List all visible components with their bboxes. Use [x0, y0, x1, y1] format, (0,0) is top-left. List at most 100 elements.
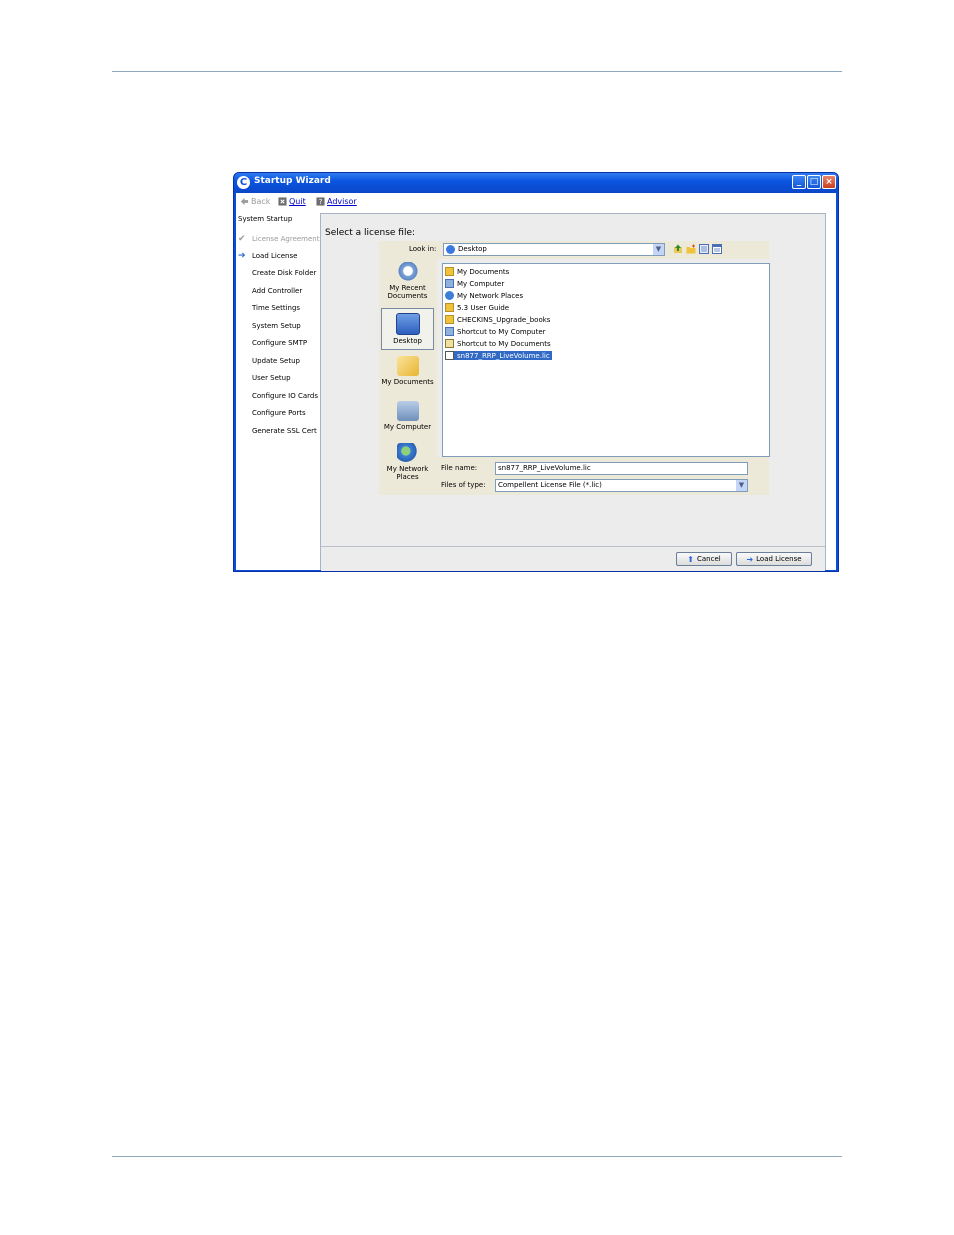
- places-bar: My Recent Documents Desktop My Documents…: [379, 259, 437, 495]
- header-rule: [112, 71, 842, 72]
- advisor-link[interactable]: ? Advisor: [316, 197, 357, 206]
- maximize-button[interactable]: □: [807, 175, 821, 189]
- svg-text:?: ?: [319, 197, 323, 206]
- file-name: Shortcut to My Computer: [457, 327, 546, 336]
- step-time-settings: Time Settings: [252, 304, 301, 312]
- look-in-dropdown[interactable]: Desktop ▼: [443, 243, 665, 256]
- place-label: My Recent Documents: [387, 284, 428, 300]
- list-item[interactable]: My Network Places: [445, 291, 523, 300]
- quit-icon: [278, 197, 287, 206]
- list-item[interactable]: My Computer: [445, 279, 504, 288]
- details-view-icon[interactable]: [712, 244, 722, 254]
- chevron-down-icon[interactable]: ▼: [653, 244, 664, 255]
- look-in-value: Desktop: [458, 245, 487, 253]
- new-folder-icon[interactable]: [686, 244, 696, 254]
- folder-icon: [445, 315, 454, 324]
- load-license-button[interactable]: ➔ Load License: [736, 552, 812, 566]
- place-desktop[interactable]: Desktop: [381, 308, 434, 350]
- back-arrow-icon: [240, 197, 249, 206]
- panel-title: Select a license file:: [325, 228, 416, 238]
- place-label: Desktop: [393, 337, 422, 345]
- chevron-down-icon[interactable]: ▼: [736, 480, 747, 491]
- current-step-arrow-icon: ➔: [238, 251, 246, 261]
- place-my-computer[interactable]: My Computer: [381, 401, 434, 431]
- minimize-button[interactable]: _: [792, 175, 806, 189]
- place-my-network-places[interactable]: My Network Places: [381, 443, 434, 481]
- place-my-documents[interactable]: My Documents: [381, 356, 434, 386]
- back-button[interactable]: Back: [240, 197, 270, 206]
- up-one-level-icon[interactable]: [673, 244, 683, 254]
- step-generate-ssl-cert: Generate SSL Cert: [252, 427, 317, 435]
- license-panel: Select a license file: Look in: Desktop …: [320, 213, 826, 571]
- file-name: 5.3 User Guide: [457, 303, 510, 312]
- list-item[interactable]: Shortcut to My Computer: [445, 327, 546, 336]
- look-in-label: Look in:: [409, 245, 437, 253]
- file-name: My Documents: [457, 267, 510, 276]
- quit-label: Quit: [289, 197, 306, 206]
- step-add-controller: Add Controller: [252, 287, 303, 295]
- look-in-bar: Look in: Desktop ▼: [379, 241, 769, 259]
- steps-header: System Startup: [238, 215, 293, 223]
- step-configure-ports: Configure Ports: [252, 409, 306, 417]
- file-list: My Documents My Computer My Network Plac…: [442, 263, 770, 457]
- app-logo-icon: C: [237, 176, 250, 189]
- folder-icon: [445, 267, 454, 276]
- file-name: sn877_RRP_LiveVolume.lic: [457, 351, 550, 360]
- step-user-setup: User Setup: [252, 374, 291, 382]
- advisor-help-icon: ?: [316, 197, 325, 206]
- place-label: My Network Places: [386, 465, 429, 481]
- file-type-label: Files of type:: [441, 481, 486, 489]
- recent-documents-icon: [396, 262, 419, 282]
- network-icon: [445, 291, 454, 300]
- network-places-icon: [396, 443, 419, 463]
- wizard-footer: ⬆ Cancel ➔ Load License: [321, 546, 825, 571]
- file-type-value: Compellent License File (*.lic): [498, 481, 602, 489]
- list-view-icon[interactable]: [699, 244, 709, 254]
- checkmark-icon: ✔: [238, 234, 246, 244]
- back-label: Back: [251, 197, 271, 206]
- step-configure-io-cards: Configure IO Cards: [252, 392, 318, 400]
- shortcut-icon: [445, 327, 454, 336]
- footer-rule: [112, 1156, 842, 1157]
- list-item[interactable]: CHECKINS_Upgrade_books: [445, 315, 550, 324]
- window-title: Startup Wizard: [254, 176, 331, 186]
- quit-link[interactable]: Quit: [278, 197, 306, 206]
- file-name-label: File name:: [441, 464, 478, 472]
- list-item-selected[interactable]: sn877_RRP_LiveVolume.lic: [445, 351, 552, 360]
- step-label: License Agreement: [252, 235, 320, 243]
- file-type-select[interactable]: Compellent License File (*.lic) ▼: [495, 479, 748, 492]
- load-license-label: Load License: [756, 555, 802, 563]
- place-label: My Computer: [383, 423, 432, 431]
- step-license-agreement: ✔ License Agreement: [238, 234, 320, 244]
- step-load-license: ➔ Load License: [238, 251, 297, 261]
- title-bar[interactable]: C Startup Wizard _ □ ×: [234, 173, 838, 193]
- license-file-icon: [445, 351, 454, 360]
- shortcut-icon: [445, 339, 454, 348]
- desktop-small-icon: [446, 245, 455, 254]
- up-arrow-icon: ⬆: [687, 554, 694, 564]
- file-name-area: File name: sn877_RRP_LiveVolume.lic File…: [437, 457, 769, 495]
- cancel-button[interactable]: ⬆ Cancel: [676, 552, 732, 566]
- list-item[interactable]: 5.3 User Guide: [445, 303, 509, 312]
- file-name: My Network Places: [457, 291, 524, 300]
- file-name: CHECKINS_Upgrade_books: [457, 315, 551, 324]
- close-button[interactable]: ×: [822, 175, 836, 189]
- file-name-input[interactable]: sn877_RRP_LiveVolume.lic: [495, 462, 748, 475]
- wizard-toolbar: Back Quit ? Advisor: [236, 193, 836, 211]
- folder-icon: [445, 303, 454, 312]
- step-update-setup: Update Setup: [252, 357, 300, 365]
- my-computer-icon: [396, 401, 419, 421]
- window-client-area: Back Quit ? Advisor System Startup ✔ Lic…: [236, 193, 836, 571]
- right-arrow-icon: ➔: [746, 554, 754, 564]
- startup-wizard-window: C Startup Wizard _ □ × Back Quit ? Advis…: [233, 172, 839, 572]
- step-configure-smtp: Configure SMTP: [252, 339, 308, 347]
- place-recent-documents[interactable]: My Recent Documents: [381, 262, 434, 300]
- list-item[interactable]: My Documents: [445, 267, 509, 276]
- my-documents-icon: [396, 356, 419, 376]
- desktop-icon: [395, 313, 420, 335]
- wizard-steps: System Startup ✔ License Agreement ➔ Loa…: [236, 211, 320, 568]
- list-item[interactable]: Shortcut to My Documents: [445, 339, 551, 348]
- advisor-label: Advisor: [327, 197, 357, 206]
- computer-icon: [445, 279, 454, 288]
- file-name: Shortcut to My Documents: [457, 339, 551, 348]
